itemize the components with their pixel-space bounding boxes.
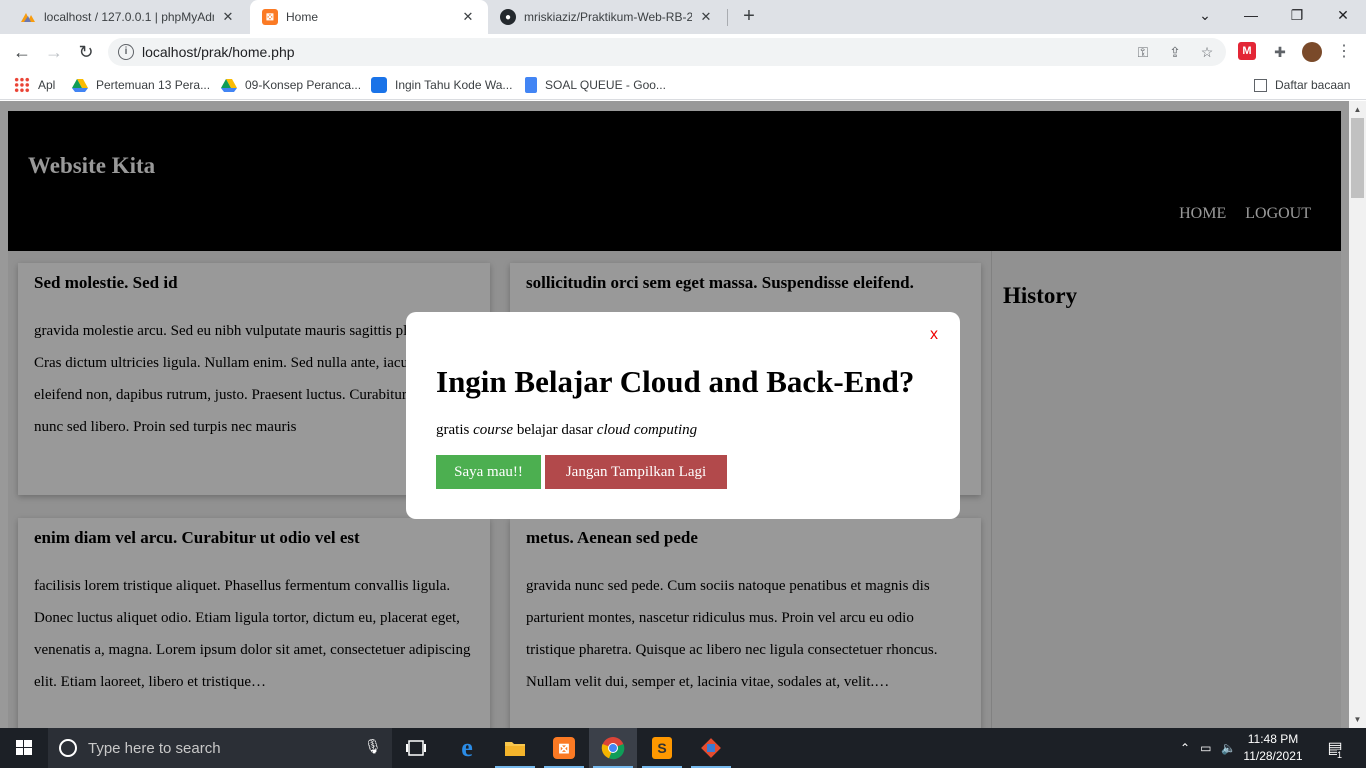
desc-emphasis: cloud computing bbox=[596, 422, 698, 438]
key-icon[interactable]: ⚿ bbox=[1134, 44, 1152, 61]
bookmarks-bar: Apl Pertemuan 13 Pera... 09-Konsep Peran… bbox=[0, 70, 1366, 100]
tab-search-chevron-down-icon[interactable]: ⌄ bbox=[1182, 0, 1228, 30]
phpmyadmin-icon bbox=[20, 9, 36, 25]
google-drive-icon bbox=[221, 77, 237, 93]
desc-text: belajar dasar bbox=[513, 422, 597, 438]
url-text[interactable]: localhost/prak/home.php bbox=[142, 44, 295, 60]
new-tab-button[interactable]: + bbox=[737, 5, 761, 29]
bookmark-label: Pertemuan 13 Pera... bbox=[96, 78, 211, 92]
scroll-down-arrow-icon[interactable]: ▼ bbox=[1349, 711, 1366, 728]
bookmark-star-icon[interactable]: ☆ bbox=[1198, 44, 1216, 61]
bookmark-apps[interactable]: Apl bbox=[14, 76, 55, 94]
reload-icon[interactable]: ↻ bbox=[74, 40, 98, 64]
tab-github[interactable]: ● mriskiaziz/Praktikum-Web-RB-20 ✕ bbox=[488, 0, 726, 34]
close-icon[interactable]: ✕ bbox=[460, 9, 476, 25]
site-icon bbox=[371, 77, 387, 93]
github-icon: ● bbox=[500, 9, 516, 25]
taskbar-clock[interactable]: 11:48 PM 11/28/2021 bbox=[1240, 731, 1306, 765]
extensions-puzzle-icon[interactable]: ✚ bbox=[1270, 42, 1290, 62]
tab-title: localhost / 127.0.0.1 | phpMyAdm bbox=[44, 10, 214, 24]
minimize-button[interactable]: — bbox=[1228, 0, 1274, 30]
clock-date: 11/28/2021 bbox=[1243, 749, 1303, 763]
modal-close-button[interactable]: x bbox=[930, 326, 938, 344]
browser-toolbar: ← → ↻ i localhost/prak/home.php ⚿ ⇪ ☆ M … bbox=[0, 34, 1366, 70]
search-placeholder: Type here to search bbox=[88, 740, 221, 757]
battery-icon[interactable]: ▭ bbox=[1200, 741, 1211, 755]
bookmark-label: Apl bbox=[38, 78, 56, 92]
search-icon bbox=[59, 739, 77, 757]
action-center-icon[interactable]: ▤ 1 bbox=[1322, 728, 1348, 768]
restore-button[interactable]: ❐ bbox=[1274, 0, 1320, 30]
tab-phpmyadmin[interactable]: localhost / 127.0.0.1 | phpMyAdm ✕ bbox=[8, 0, 248, 34]
back-arrow-icon[interactable]: ← bbox=[10, 40, 34, 64]
windows-taskbar: Type here to search 🎙 e ⊠ S ⌃ ▭ 🔈 11:48 … bbox=[0, 728, 1366, 768]
show-hidden-icons-chevron-up-icon[interactable]: ⌃ bbox=[1180, 741, 1190, 755]
accept-button[interactable]: Saya mau!! bbox=[436, 455, 541, 489]
windows-logo-icon bbox=[16, 740, 32, 755]
close-icon[interactable]: ✕ bbox=[220, 9, 236, 25]
menu-kebab-icon[interactable]: ⋮ bbox=[1334, 42, 1354, 62]
reading-list-icon bbox=[1254, 78, 1267, 92]
xampp-icon: ⊠ bbox=[262, 9, 278, 25]
site-info-icon[interactable]: i bbox=[118, 44, 134, 60]
task-view-icon[interactable] bbox=[392, 728, 440, 768]
desc-text: gratis bbox=[436, 422, 474, 438]
address-bar[interactable]: i localhost/prak/home.php ⚿ ⇪ ☆ bbox=[108, 38, 1226, 66]
clock-time: 11:48 PM bbox=[1247, 732, 1299, 746]
taskbar-search-box[interactable]: Type here to search 🎙 bbox=[48, 728, 392, 768]
bookmark-konsep[interactable]: 09-Konsep Peranca... bbox=[221, 76, 361, 94]
extension-mendeley-icon[interactable]: M bbox=[1238, 42, 1256, 60]
modal-heading: Ingin Belajar Cloud and Back-End? bbox=[436, 364, 915, 399]
scroll-up-arrow-icon[interactable]: ▲ bbox=[1349, 101, 1366, 118]
reading-list[interactable]: Daftar bacaan bbox=[1254, 76, 1350, 94]
notification-badge: 1 bbox=[1337, 750, 1343, 760]
sublime-text-icon[interactable]: S bbox=[638, 728, 686, 768]
modal-description: gratis course belajar dasar cloud comput… bbox=[436, 422, 697, 439]
dont-show-again-button[interactable]: Jangan Tampilkan Lagi bbox=[545, 455, 727, 489]
page-viewport: Website Kita HOME LOGOUT Sed molestie. S… bbox=[0, 101, 1349, 728]
google-drive-icon bbox=[72, 77, 88, 93]
bookmark-ingin-tahu[interactable]: Ingin Tahu Kode Wa... bbox=[371, 76, 512, 94]
scrollbar-thumb[interactable] bbox=[1351, 118, 1364, 198]
start-button[interactable] bbox=[0, 728, 48, 768]
promo-modal: x Ingin Belajar Cloud and Back-End? grat… bbox=[406, 312, 960, 519]
profile-avatar[interactable] bbox=[1302, 42, 1322, 62]
xampp-icon[interactable]: ⊠ bbox=[540, 728, 588, 768]
system-tray: ⌃ ▭ 🔈 bbox=[1180, 728, 1240, 768]
volume-icon[interactable]: 🔈 bbox=[1221, 741, 1236, 755]
tab-title: Home bbox=[286, 10, 319, 24]
tab-home[interactable]: ⊠ Home ✕ bbox=[250, 0, 488, 34]
bookmark-pertemuan-13[interactable]: Pertemuan 13 Pera... bbox=[72, 76, 210, 94]
browser-tab-strip: localhost / 127.0.0.1 | phpMyAdm ✕ ⊠ Hom… bbox=[0, 0, 1366, 34]
microphone-icon[interactable]: 🎙 bbox=[364, 738, 382, 755]
page-scrollbar[interactable]: ▲ ▼ bbox=[1349, 101, 1366, 728]
close-window-button[interactable]: ✕ bbox=[1320, 0, 1366, 30]
forward-arrow-icon[interactable]: → bbox=[42, 40, 66, 64]
file-explorer-icon[interactable] bbox=[491, 728, 539, 768]
git-gui-icon[interactable] bbox=[687, 728, 735, 768]
apps-grid-icon bbox=[14, 77, 30, 93]
bookmark-label: 09-Konsep Peranca... bbox=[245, 78, 362, 92]
chrome-icon[interactable] bbox=[589, 728, 637, 768]
close-icon[interactable]: ✕ bbox=[698, 9, 714, 25]
reading-list-label: Daftar bacaan bbox=[1275, 78, 1351, 92]
tab-title: mriskiaziz/Praktikum-Web-RB-20 bbox=[524, 10, 692, 24]
bookmark-label: SOAL QUEUE - Goo... bbox=[545, 78, 666, 92]
bookmark-label: Ingin Tahu Kode Wa... bbox=[395, 78, 513, 92]
bookmark-soal-queue[interactable]: SOAL QUEUE - Goo... bbox=[525, 76, 666, 94]
share-icon[interactable]: ⇪ bbox=[1166, 44, 1184, 61]
edge-browser-icon[interactable]: e bbox=[443, 728, 491, 768]
google-docs-icon bbox=[525, 77, 537, 93]
desc-emphasis: course bbox=[473, 422, 514, 438]
